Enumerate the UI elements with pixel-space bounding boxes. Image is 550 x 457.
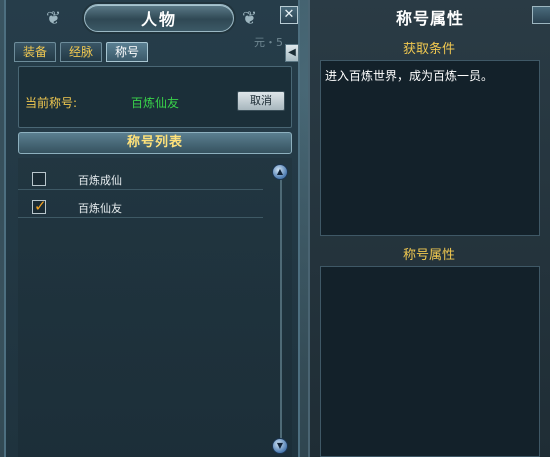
- title-list-header: 称号列表: [18, 132, 292, 154]
- title-list-item-label: 百炼成仙: [78, 174, 122, 187]
- attributes-panel-title: 称号属性: [395, 9, 464, 28]
- tab-bar: 装备 经脉 称号: [14, 42, 148, 62]
- title-checkbox[interactable]: [32, 172, 46, 186]
- tab-meridians[interactable]: 经脉: [60, 42, 102, 62]
- scroll-down-icon[interactable]: ▼: [272, 438, 288, 454]
- condition-section-title: 获取条件: [402, 42, 455, 57]
- title-list-item[interactable]: 百炼成仙: [18, 166, 263, 190]
- title-checkbox-checked[interactable]: [32, 197, 47, 215]
- collapse-arrow-icon[interactable]: ◀: [285, 44, 299, 62]
- current-title-box: 当前称号: 百炼仙友 取消: [18, 66, 292, 128]
- window-title: 人物: [84, 4, 234, 32]
- current-title-value: 百炼仙友: [131, 96, 180, 110]
- panel-frame-corner: [532, 6, 550, 24]
- condition-box: 进入百炼世界，成为百炼一员。: [320, 60, 540, 236]
- cancel-title-button[interactable]: 取消: [237, 91, 285, 111]
- title-list-item-label: 百炼仙友: [78, 202, 122, 215]
- scroll-up-icon[interactable]: ▲: [272, 164, 288, 180]
- background-ghost-text: 元・5: [254, 36, 283, 49]
- title-list-item[interactable]: 百炼仙友: [18, 194, 263, 218]
- character-window: ❦ 人物 ❦ ✕ 元・5 装备 经脉 称号 ◀ 当前称号: 百炼仙友 取消 称号…: [4, 0, 300, 457]
- attribute-section-title: 称号属性: [402, 248, 455, 263]
- title-attributes-panel: 称号属性 获取条件 进入百炼世界，成为百炼一员。 称号属性: [308, 0, 550, 457]
- tab-equipment[interactable]: 装备: [14, 42, 56, 62]
- close-button[interactable]: ✕: [280, 6, 298, 24]
- current-title-label: 当前称号:: [25, 96, 78, 110]
- title-list: 百炼成仙 百炼仙友 ▲ ▼: [18, 158, 292, 457]
- attribute-box: [320, 266, 540, 457]
- left-swirl-ornament-icon: ❦: [46, 8, 62, 29]
- right-swirl-ornament-icon: ❦: [242, 8, 258, 29]
- condition-text: 进入百炼世界，成为百炼一员。: [325, 69, 494, 83]
- scrollbar-track[interactable]: [280, 168, 282, 443]
- tab-titles[interactable]: 称号: [106, 42, 148, 62]
